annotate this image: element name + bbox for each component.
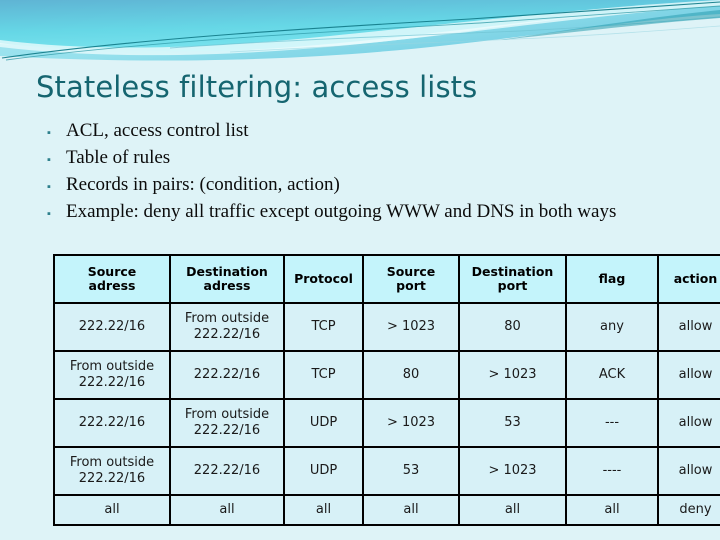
column-header-line2: adress — [203, 278, 251, 293]
cell-action: allow — [657, 302, 720, 352]
cell-action: allow — [657, 446, 720, 496]
column-header-source-port: Source port — [362, 254, 460, 304]
list-item-label: ACL, access control list — [66, 120, 249, 141]
access-list-table-container: Source adress Destination adress Protoco… — [53, 254, 720, 526]
column-header-line1: Source — [386, 264, 436, 279]
table-header-row: Source adress Destination adress Protoco… — [53, 254, 720, 304]
cell-line1: From outside — [69, 455, 155, 470]
cell-action: allow — [657, 398, 720, 448]
cell-flag: --- — [565, 398, 659, 448]
column-header-protocol: Protocol — [283, 254, 364, 304]
cell-destination-address: 222.22/16 — [169, 350, 285, 400]
cell-destination-port: all — [458, 494, 567, 526]
bullet-list: ▪ ACL, access control list ▪ Table of ru… — [44, 120, 704, 228]
list-item: ▪ Table of rules — [44, 147, 704, 174]
cell-line1: 222.22/16 — [193, 463, 261, 478]
cell-destination-port: 80 — [458, 302, 567, 352]
column-header-source-address: Source adress — [53, 254, 171, 304]
column-header-line1: action — [673, 271, 718, 286]
cell-source-address: 222.22/16 — [53, 398, 171, 448]
table-row: 222.22/16 From outside 222.22/16 TCP > 1… — [53, 302, 720, 352]
column-header-destination-address: Destination adress — [169, 254, 285, 304]
column-header-line2: port — [396, 278, 426, 293]
column-header-line2: adress — [88, 278, 136, 293]
cell-line1: 222.22/16 — [78, 415, 146, 430]
cell-destination-address: From outside 222.22/16 — [169, 302, 285, 352]
cell-line1: From outside — [69, 359, 155, 374]
table-row: From outside 222.22/16 222.22/16 UDP 53 … — [53, 446, 720, 496]
column-header-action: action — [657, 254, 720, 304]
table-body: 222.22/16 From outside 222.22/16 TCP > 1… — [53, 302, 720, 526]
cell-source-port: > 1023 — [362, 302, 460, 352]
bullet-marker-icon: ▪ — [47, 127, 51, 139]
cell-source-address: From outside 222.22/16 — [53, 446, 171, 496]
cell-destination-port: 53 — [458, 398, 567, 448]
access-list-table: Source adress Destination adress Protoco… — [53, 254, 720, 526]
list-item-label: Records in pairs: (condition, action) — [66, 174, 340, 195]
cell-flag: all — [565, 494, 659, 526]
cell-protocol: TCP — [283, 302, 364, 352]
column-header-destination-port: Destination port — [458, 254, 567, 304]
list-item: ▪ Records in pairs: (condition, action) — [44, 174, 704, 201]
cell-line1: 222.22/16 — [193, 367, 261, 382]
table-row: 222.22/16 From outside 222.22/16 UDP > 1… — [53, 398, 720, 448]
cell-source-port: 80 — [362, 350, 460, 400]
column-header-line1: flag — [598, 271, 626, 286]
cell-protocol: UDP — [283, 398, 364, 448]
cell-flag: ACK — [565, 350, 659, 400]
cell-destination-address: 222.22/16 — [169, 446, 285, 496]
column-header-line1: Protocol — [294, 271, 353, 286]
bullet-marker-icon: ▪ — [47, 181, 51, 193]
list-item: ▪ ACL, access control list — [44, 120, 704, 147]
cell-source-address: 222.22/16 — [53, 302, 171, 352]
bullet-marker-icon: ▪ — [47, 208, 51, 220]
cell-line2: 222.22/16 — [193, 327, 261, 342]
cell-source-address: From outside 222.22/16 — [53, 350, 171, 400]
cell-destination-port: > 1023 — [458, 446, 567, 496]
cell-source-address: all — [53, 494, 171, 526]
column-header-line2: port — [497, 278, 528, 293]
column-header-line1: Destination — [186, 264, 268, 279]
cell-protocol: UDP — [283, 446, 364, 496]
cell-line2: 222.22/16 — [193, 423, 261, 438]
table-row: From outside 222.22/16 222.22/16 TCP 80 … — [53, 350, 720, 400]
cell-line2: 222.22/16 — [78, 375, 146, 390]
cell-destination-port: > 1023 — [458, 350, 567, 400]
cell-protocol: all — [283, 494, 364, 526]
column-header-line1: Source — [87, 264, 137, 279]
cell-source-port: 53 — [362, 446, 460, 496]
table-header: Source adress Destination adress Protoco… — [53, 254, 720, 304]
header-banner-decoration — [0, 0, 720, 72]
list-item-label: Example: deny all traffic except outgoin… — [66, 201, 617, 222]
cell-flag: any — [565, 302, 659, 352]
column-header-flag: flag — [565, 254, 659, 304]
list-item: ▪ Example: deny all traffic except outgo… — [44, 201, 704, 228]
cell-flag: ---- — [565, 446, 659, 496]
cell-action: allow — [657, 350, 720, 400]
cell-destination-address: From outside 222.22/16 — [169, 398, 285, 448]
bullet-marker-icon: ▪ — [47, 154, 51, 166]
cell-line1: 222.22/16 — [78, 319, 146, 334]
cell-destination-address: all — [169, 494, 285, 526]
cell-action: deny — [657, 494, 720, 526]
column-header-line1: Destination — [471, 264, 554, 279]
cell-source-port: > 1023 — [362, 398, 460, 448]
cell-protocol: TCP — [283, 350, 364, 400]
cell-source-port: all — [362, 494, 460, 526]
cell-line1: From outside — [184, 311, 270, 326]
list-item-label: Table of rules — [66, 147, 171, 168]
cell-line1: From outside — [184, 407, 270, 422]
cell-line2: 222.22/16 — [78, 471, 146, 486]
table-row: all all all all all all deny — [53, 494, 720, 526]
banner-waves-graphic — [0, 0, 720, 72]
page-title: Stateless filtering: access lists — [36, 70, 478, 104]
